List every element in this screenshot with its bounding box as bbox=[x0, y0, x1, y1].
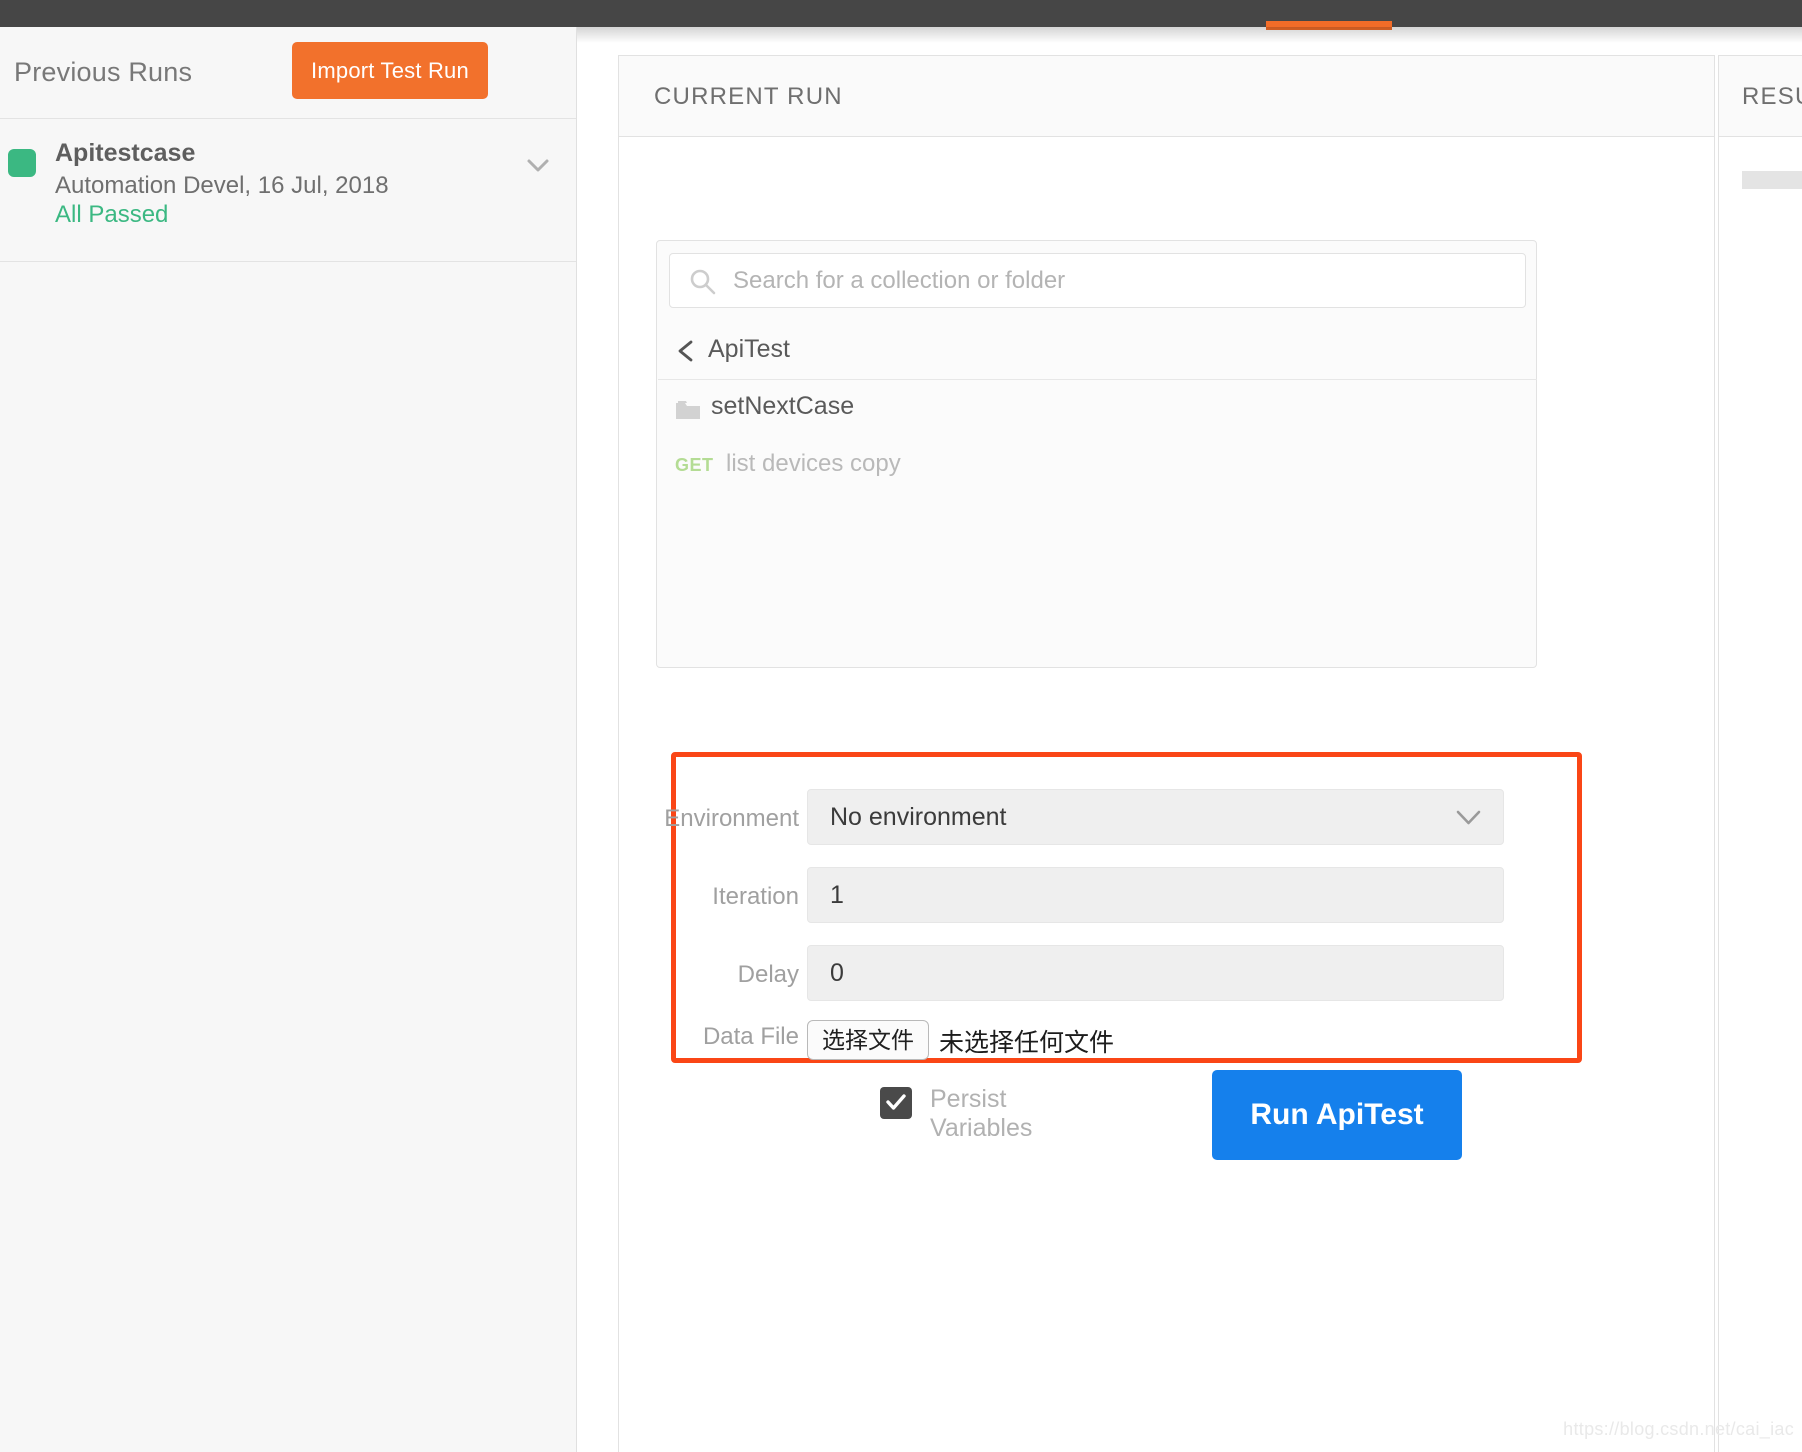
environment-label: Environment bbox=[664, 805, 799, 832]
breadcrumb[interactable]: ApiTest bbox=[658, 321, 1537, 380]
results-header: RESULTS bbox=[1719, 56, 1802, 137]
sidebar-header: Previous Runs Import Test Run bbox=[0, 27, 576, 119]
list-item-label: setNextCase bbox=[711, 392, 855, 420]
results-panel: RESULTS bbox=[1718, 55, 1802, 1452]
current-run-header: CURRENT RUN bbox=[619, 56, 1714, 137]
list-item-label: list devices copy bbox=[726, 450, 901, 477]
persist-variables-label: Persist Variables bbox=[930, 1085, 1033, 1142]
delay-label: Delay bbox=[737, 961, 799, 988]
import-test-run-button[interactable]: Import Test Run bbox=[292, 42, 488, 99]
request-method-badge: GET bbox=[675, 455, 714, 475]
current-run-panel: CURRENT RUN Search for a collection or f… bbox=[618, 55, 1715, 1452]
run-result-status: All Passed bbox=[55, 201, 169, 228]
search-input[interactable] bbox=[733, 254, 1513, 307]
run-name: Apitestcase bbox=[55, 139, 196, 167]
folder-icon bbox=[675, 399, 701, 420]
environment-value: No environment bbox=[830, 803, 1007, 831]
list-item[interactable]: GET list devices copy bbox=[658, 437, 1537, 493]
search-bar[interactable] bbox=[669, 253, 1526, 308]
app-root: Previous Runs Import Test Run Apitestcas… bbox=[0, 0, 1802, 1452]
results-title: RESULTS bbox=[1742, 83, 1802, 110]
iteration-value: 1 bbox=[830, 881, 844, 909]
current-run-body: ApiTest setNextCase GET list devices cop… bbox=[619, 137, 1714, 1452]
data-file-status: 未选择任何文件 bbox=[939, 1029, 1115, 1057]
iteration-input[interactable]: 1 bbox=[807, 867, 1504, 923]
collection-browser: ApiTest setNextCase GET list devices cop… bbox=[656, 240, 1537, 668]
window-topbar bbox=[0, 0, 1802, 30]
environment-select[interactable]: No environment bbox=[807, 789, 1504, 845]
search-icon bbox=[688, 267, 717, 296]
current-run-title: CURRENT RUN bbox=[654, 83, 843, 110]
chevron-down-icon[interactable] bbox=[1455, 809, 1482, 827]
results-placeholder-bar bbox=[1742, 171, 1802, 189]
data-file-label: Data File bbox=[702, 1023, 799, 1050]
run-meta: Automation Devel, 16 Jul, 2018 bbox=[55, 172, 389, 199]
checkmark-icon bbox=[885, 1091, 907, 1113]
previous-runs-sidebar: Previous Runs Import Test Run Apitestcas… bbox=[0, 27, 577, 1452]
chevron-down-icon[interactable] bbox=[524, 151, 552, 179]
previous-run-list-item[interactable]: Apitestcase Automation Devel, 16 Jul, 20… bbox=[0, 119, 576, 262]
breadcrumb-label: ApiTest bbox=[708, 335, 790, 363]
choose-file-button[interactable]: 选择文件 bbox=[807, 1020, 929, 1060]
persist-variables-checkbox[interactable] bbox=[880, 1087, 912, 1119]
page-title: Previous Runs bbox=[14, 57, 193, 87]
list-item[interactable]: setNextCase bbox=[658, 381, 1537, 437]
run-status-badge bbox=[8, 149, 36, 177]
active-tab-indicator[interactable] bbox=[1266, 21, 1392, 30]
run-apitest-button[interactable]: Run ApiTest bbox=[1212, 1070, 1462, 1160]
iteration-label: Iteration bbox=[712, 883, 799, 910]
delay-input[interactable]: 0 bbox=[807, 945, 1504, 1001]
watermark: https://blog.csdn.net/cai_iac bbox=[1563, 1419, 1794, 1439]
chevron-left-icon[interactable] bbox=[675, 339, 697, 363]
delay-value: 0 bbox=[830, 959, 844, 987]
